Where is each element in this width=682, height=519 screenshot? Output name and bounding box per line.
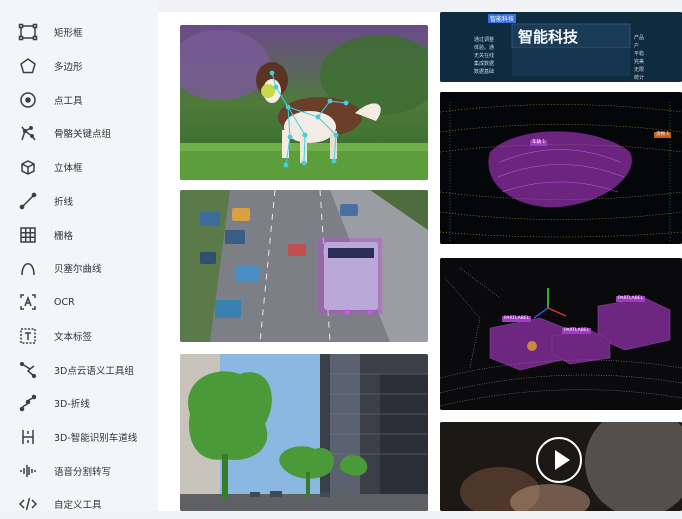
play-icon: [555, 450, 570, 470]
tool-lane-detection[interactable]: 3D-智能识别车道线: [0, 422, 158, 452]
pointcloud-semantic-icon: [17, 359, 39, 381]
skeleton-keypoints-icon: [17, 122, 39, 144]
tool-label: OCR: [54, 296, 75, 308]
polyline-icon: [17, 190, 39, 212]
video-example-image[interactable]: [440, 422, 682, 511]
tool-3d-polyline[interactable]: 3D-折线: [0, 388, 158, 418]
tool-label: 文本标签: [54, 332, 93, 343]
city-segmentation-scene: [180, 354, 428, 511]
pointcloud-box-label: 车辆 1: [530, 140, 548, 146]
tool-cuboid[interactable]: 立体框: [0, 152, 158, 182]
tool-label: 栅格: [54, 231, 74, 242]
dog-keypoints-scene: [180, 25, 428, 180]
example-gallery: 智能科技 智能科技 通过调整 体验。通 无关在线 集成数据 数据基础 产品 户 …: [158, 12, 682, 511]
play-button[interactable]: [536, 437, 582, 483]
tool-audio-segmentation[interactable]: 语音分割转写: [0, 456, 158, 486]
ocr-header-tag: 智能科技: [488, 14, 517, 23]
pointcloud-top-image[interactable]: 车辆 1 货物 1: [440, 92, 682, 244]
vehicle-detection-image[interactable]: [180, 190, 428, 342]
semantic-segmentation-image[interactable]: [180, 354, 428, 511]
point-icon: [17, 89, 39, 111]
tool-ocr[interactable]: OCR: [0, 287, 158, 317]
rectangle-icon: [17, 21, 39, 43]
tool-skeleton[interactable]: 骨骼关键点组: [0, 118, 158, 148]
tool-text-tag[interactable]: 文本标签: [0, 321, 158, 351]
tool-label: 贝塞尔曲线: [54, 264, 102, 275]
keypoint-example-image[interactable]: [180, 25, 428, 180]
tool-label: 点工具: [54, 96, 83, 107]
cuboid-icon: [17, 156, 39, 178]
pointcloud-top-scene: [440, 92, 682, 244]
text-tag-icon: [17, 325, 39, 347]
ocr-left-text: 通过调整 体验。通 无关在线 集成数据 数据基础: [474, 37, 495, 75]
polygon-icon: [17, 55, 39, 77]
lane-detection-icon: [17, 426, 39, 448]
tool-label: 3D-折线: [54, 399, 90, 410]
tool-sidebar: 矩形框 多边形 点工具 骨骼关键点组 立体框 折线 栅格 贝塞尔曲线 OCR 文…: [0, 0, 158, 511]
ocr-icon: [17, 291, 39, 313]
tool-pointcloud-semantic[interactable]: 3D点云语义工具组: [0, 355, 158, 385]
tool-bezier[interactable]: 贝塞尔曲线: [0, 253, 158, 283]
pointcloud-3d-label-2: PARTLABEL: [616, 296, 646, 302]
tool-label: 自定义工具: [54, 500, 102, 511]
tool-label: 多边形: [54, 62, 83, 73]
tool-label: 折线: [54, 197, 74, 208]
tool-label: 3D点云语义工具组: [54, 366, 134, 377]
tool-label: 3D-智能识别车道线: [54, 433, 138, 444]
audio-waveform-icon: [17, 460, 39, 482]
traffic-scene: [180, 190, 428, 342]
ocr-right-text: 产品 户 平稳 完美 无限 统计: [634, 35, 645, 81]
bezier-curve-icon: [17, 257, 39, 279]
pointcloud-3d-label-3: PARTLABEL: [562, 328, 592, 334]
pointcloud-side-label: 货物 1: [654, 132, 672, 138]
3d-polyline-icon: [17, 392, 39, 414]
ocr-example-image[interactable]: 智能科技 智能科技 通过调整 体验。通 无关在线 集成数据 数据基础 产品 户 …: [440, 12, 682, 82]
pointcloud-3d-label-1: PARTLABEL: [502, 316, 532, 322]
tool-polygon[interactable]: 多边形: [0, 51, 158, 81]
grid-icon: [17, 224, 39, 246]
ocr-title: 智能科技: [518, 28, 579, 46]
tool-label: 语音分割转写: [54, 467, 112, 478]
tool-point[interactable]: 点工具: [0, 85, 158, 115]
code-icon: [17, 493, 39, 515]
tool-custom[interactable]: 自定义工具: [0, 489, 158, 519]
tool-label: 矩形框: [54, 28, 83, 39]
pointcloud-3d-scene: [440, 258, 682, 410]
tool-polyline[interactable]: 折线: [0, 186, 158, 216]
pointcloud-3d-image[interactable]: PARTLABEL PARTLABEL PARTLABEL: [440, 258, 682, 410]
tool-label: 骨骼关键点组: [54, 129, 112, 140]
tool-grid[interactable]: 栅格: [0, 220, 158, 250]
tool-label: 立体框: [54, 163, 83, 174]
tool-rectangle[interactable]: 矩形框: [0, 17, 158, 47]
